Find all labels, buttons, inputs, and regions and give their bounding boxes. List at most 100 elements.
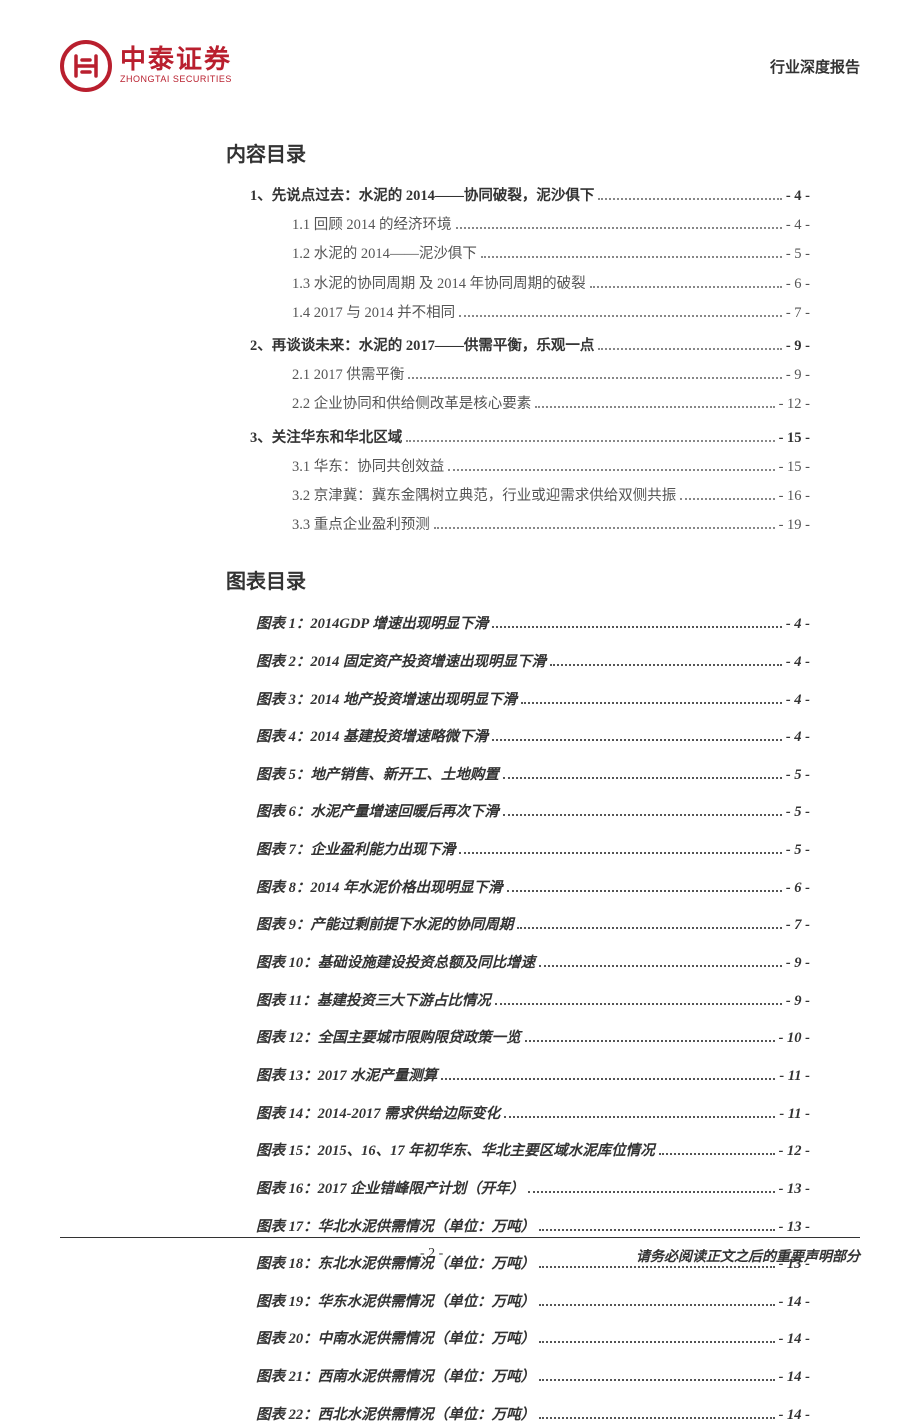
figure-dots xyxy=(659,1153,775,1155)
figure-entry: 图表 8：2014 年水泥价格出现明显下滑 - 6 - xyxy=(256,876,810,901)
figure-entry-page: - 6 - xyxy=(786,876,810,901)
toc-list: 1、先说点过去：水泥的 2014——协同破裂，泥沙俱下 - 4 -1.1 回顾 … xyxy=(230,185,810,537)
figure-entry-page: - 13 - xyxy=(779,1215,810,1240)
toc-dots xyxy=(590,286,782,288)
figure-entry: 图表 16：2017 企业错峰限产计划（开年） - 13 - xyxy=(256,1177,810,1202)
toc-entry-page: - 16 - xyxy=(779,485,810,508)
toc-entry: 3.2 京津冀：冀东金隅树立典范，行业或迎需求供给双侧共振 - 16 - xyxy=(292,485,810,508)
toc-entry: 1.1 回顾 2014 的经济环境 - 4 - xyxy=(292,214,810,237)
toc-entry-page: - 15 - xyxy=(779,427,810,450)
figure-entry: 图表 1：2014GDP 增速出现明显下滑 - 4 - xyxy=(256,612,810,637)
figure-entry-label: 图表 5：地产销售、新开工、土地购置 xyxy=(256,763,499,788)
toc-entry-label: 1.4 2017 与 2014 并不相同 xyxy=(292,302,455,325)
figure-dots xyxy=(504,1116,775,1118)
figure-entry-label: 图表 1：2014GDP 增速出现明显下滑 xyxy=(256,612,488,637)
logo-text: 中泰证券 ZHONGTAI SECURITIES xyxy=(120,47,232,86)
figure-entry: 图表 9：产能过剩前提下水泥的协同周期 - 7 - xyxy=(256,913,810,938)
toc-entry-label: 2、再谈谈未来：水泥的 2017——供需平衡，乐观一点 xyxy=(250,335,594,358)
toc-entry-label: 1.3 水泥的协同周期 及 2014 年协同周期的破裂 xyxy=(292,273,586,296)
toc-entry-label: 3.3 重点企业盈利预测 xyxy=(292,514,430,537)
toc-entry-page: - 19 - xyxy=(779,514,810,537)
figure-entry: 图表 11：基建投资三大下游占比情况 - 9 - xyxy=(256,989,810,1014)
figure-entry: 图表 3：2014 地产投资增速出现明显下滑 - 4 - xyxy=(256,688,810,713)
figure-entry: 图表 2：2014 固定资产投资增速出现明显下滑 - 4 - xyxy=(256,650,810,675)
figure-dots xyxy=(521,702,782,704)
figure-entry-page: - 14 - xyxy=(779,1327,810,1352)
figure-entry-page: - 4 - xyxy=(786,688,810,713)
logo-cn-text: 中泰证券 xyxy=(120,47,232,73)
figure-dots xyxy=(492,739,782,741)
figure-entry-label: 图表 6：水泥产量增速回暖后再次下滑 xyxy=(256,800,499,825)
figure-dots xyxy=(539,1379,774,1381)
figure-dots xyxy=(503,777,782,779)
figure-dots xyxy=(539,1417,774,1419)
figure-entry-page: - 9 - xyxy=(786,989,810,1014)
toc-entry: 2.1 2017 供需平衡 - 9 - xyxy=(292,364,810,387)
figure-entry: 图表 7：企业盈利能力出现下滑 - 5 - xyxy=(256,838,810,863)
figure-entry-label: 图表 12：全国主要城市限购限贷政策一览 xyxy=(256,1026,521,1051)
toc-dots xyxy=(680,498,774,500)
figure-entry-page: - 14 - xyxy=(779,1365,810,1390)
figure-entry: 图表 10：基础设施建设投资总额及同比增速 - 9 - xyxy=(256,951,810,976)
figure-entry-label: 图表 13：2017 水泥产量测算 xyxy=(256,1064,437,1089)
figure-dots xyxy=(503,814,782,816)
figure-entry: 图表 4：2014 基建投资增速略微下滑 - 4 - xyxy=(256,725,810,750)
figure-entry-page: - 9 - xyxy=(786,951,810,976)
figure-entry-label: 图表 7：企业盈利能力出现下滑 xyxy=(256,838,455,863)
toc-entry-page: - 4 - xyxy=(786,185,810,208)
toc-entry: 2、再谈谈未来：水泥的 2017——供需平衡，乐观一点 - 9 - xyxy=(250,335,810,358)
toc-dots xyxy=(448,469,774,471)
figure-entry-label: 图表 11：基建投资三大下游占比情况 xyxy=(256,989,491,1014)
footer: - 2 - 请务必阅读正文之后的重要声明部分 xyxy=(0,1237,920,1266)
figure-entry-page: - 12 - xyxy=(779,1139,810,1164)
figure-entry-page: - 5 - xyxy=(786,800,810,825)
toc-entry: 3.1 华东：协同共创效益 - 15 - xyxy=(292,456,810,479)
toc-entry-label: 3.2 京津冀：冀东金隅树立典范，行业或迎需求供给双侧共振 xyxy=(292,485,676,508)
figure-entry-label: 图表 14：2014-2017 需求供给边际变化 xyxy=(256,1102,500,1127)
figure-entry-label: 图表 10：基础设施建设投资总额及同比增速 xyxy=(256,951,535,976)
figure-dots xyxy=(441,1078,775,1080)
toc-entry: 1、先说点过去：水泥的 2014——协同破裂，泥沙俱下 - 4 - xyxy=(250,185,810,208)
toc-entry: 1.4 2017 与 2014 并不相同 - 7 - xyxy=(292,302,810,325)
toc-entry-label: 2.1 2017 供需平衡 xyxy=(292,364,404,387)
toc-entry: 2.2 企业协同和供给侧改革是核心要素 - 12 - xyxy=(292,393,810,416)
figure-entry-page: - 7 - xyxy=(786,913,810,938)
figure-entry-page: - 5 - xyxy=(786,838,810,863)
figure-dots xyxy=(525,1040,775,1042)
figure-dots xyxy=(517,927,781,929)
toc-entry: 3.3 重点企业盈利预测 - 19 - xyxy=(292,514,810,537)
figure-entry-page: - 14 - xyxy=(779,1290,810,1315)
figure-entry-label: 图表 4：2014 基建投资增速略微下滑 xyxy=(256,725,488,750)
toc-dots xyxy=(406,440,774,442)
toc-dots xyxy=(535,406,774,408)
figure-entry-page: - 10 - xyxy=(779,1026,810,1051)
toc-entry-label: 1、先说点过去：水泥的 2014——协同破裂，泥沙俱下 xyxy=(250,185,594,208)
toc-entry-page: - 6 - xyxy=(786,273,810,296)
report-type: 行业深度报告 xyxy=(770,56,860,77)
footer-page-number: - 2 - xyxy=(420,1246,443,1266)
figure-dots xyxy=(528,1191,774,1193)
figure-entry-page: - 11 - xyxy=(779,1064,810,1089)
toc-entry-page: - 4 - xyxy=(786,214,810,237)
figure-entry: 图表 14：2014-2017 需求供给边际变化 - 11 - xyxy=(256,1102,810,1127)
toc-dots xyxy=(456,227,782,229)
toc-section: 内容目录 1、先说点过去：水泥的 2014——协同破裂，泥沙俱下 - 4 -1.… xyxy=(0,112,920,537)
toc-entry-page: - 12 - xyxy=(779,393,810,416)
toc-entry-page: - 9 - xyxy=(786,364,810,387)
figure-dots xyxy=(539,1266,774,1268)
toc-entry-label: 1.2 水泥的 2014——泥沙俱下 xyxy=(292,243,477,266)
toc-entry-label: 3.1 华东：协同共创效益 xyxy=(292,456,444,479)
logo-en-text: ZHONGTAI SECURITIES xyxy=(120,73,232,86)
toc-dots xyxy=(598,198,781,200)
toc-entry: 1.2 水泥的 2014——泥沙俱下 - 5 - xyxy=(292,243,810,266)
toc-entry-page: - 9 - xyxy=(786,335,810,358)
toc-entry-page: - 5 - xyxy=(786,243,810,266)
figure-dots xyxy=(492,626,782,628)
toc-dots xyxy=(408,377,781,379)
figure-entry-label: 图表 15：2015、16、17 年初华东、华北主要区域水泥库位情况 xyxy=(256,1139,655,1164)
figure-dots xyxy=(539,1341,774,1343)
figure-entry-label: 图表 3：2014 地产投资增速出现明显下滑 xyxy=(256,688,517,713)
toc-entry-label: 1.1 回顾 2014 的经济环境 xyxy=(292,214,452,237)
figure-entry: 图表 21：西南水泥供需情况（单位：万吨） - 14 - xyxy=(256,1365,810,1390)
figure-entry-label: 图表 17：华北水泥供需情况（单位：万吨） xyxy=(256,1215,535,1240)
